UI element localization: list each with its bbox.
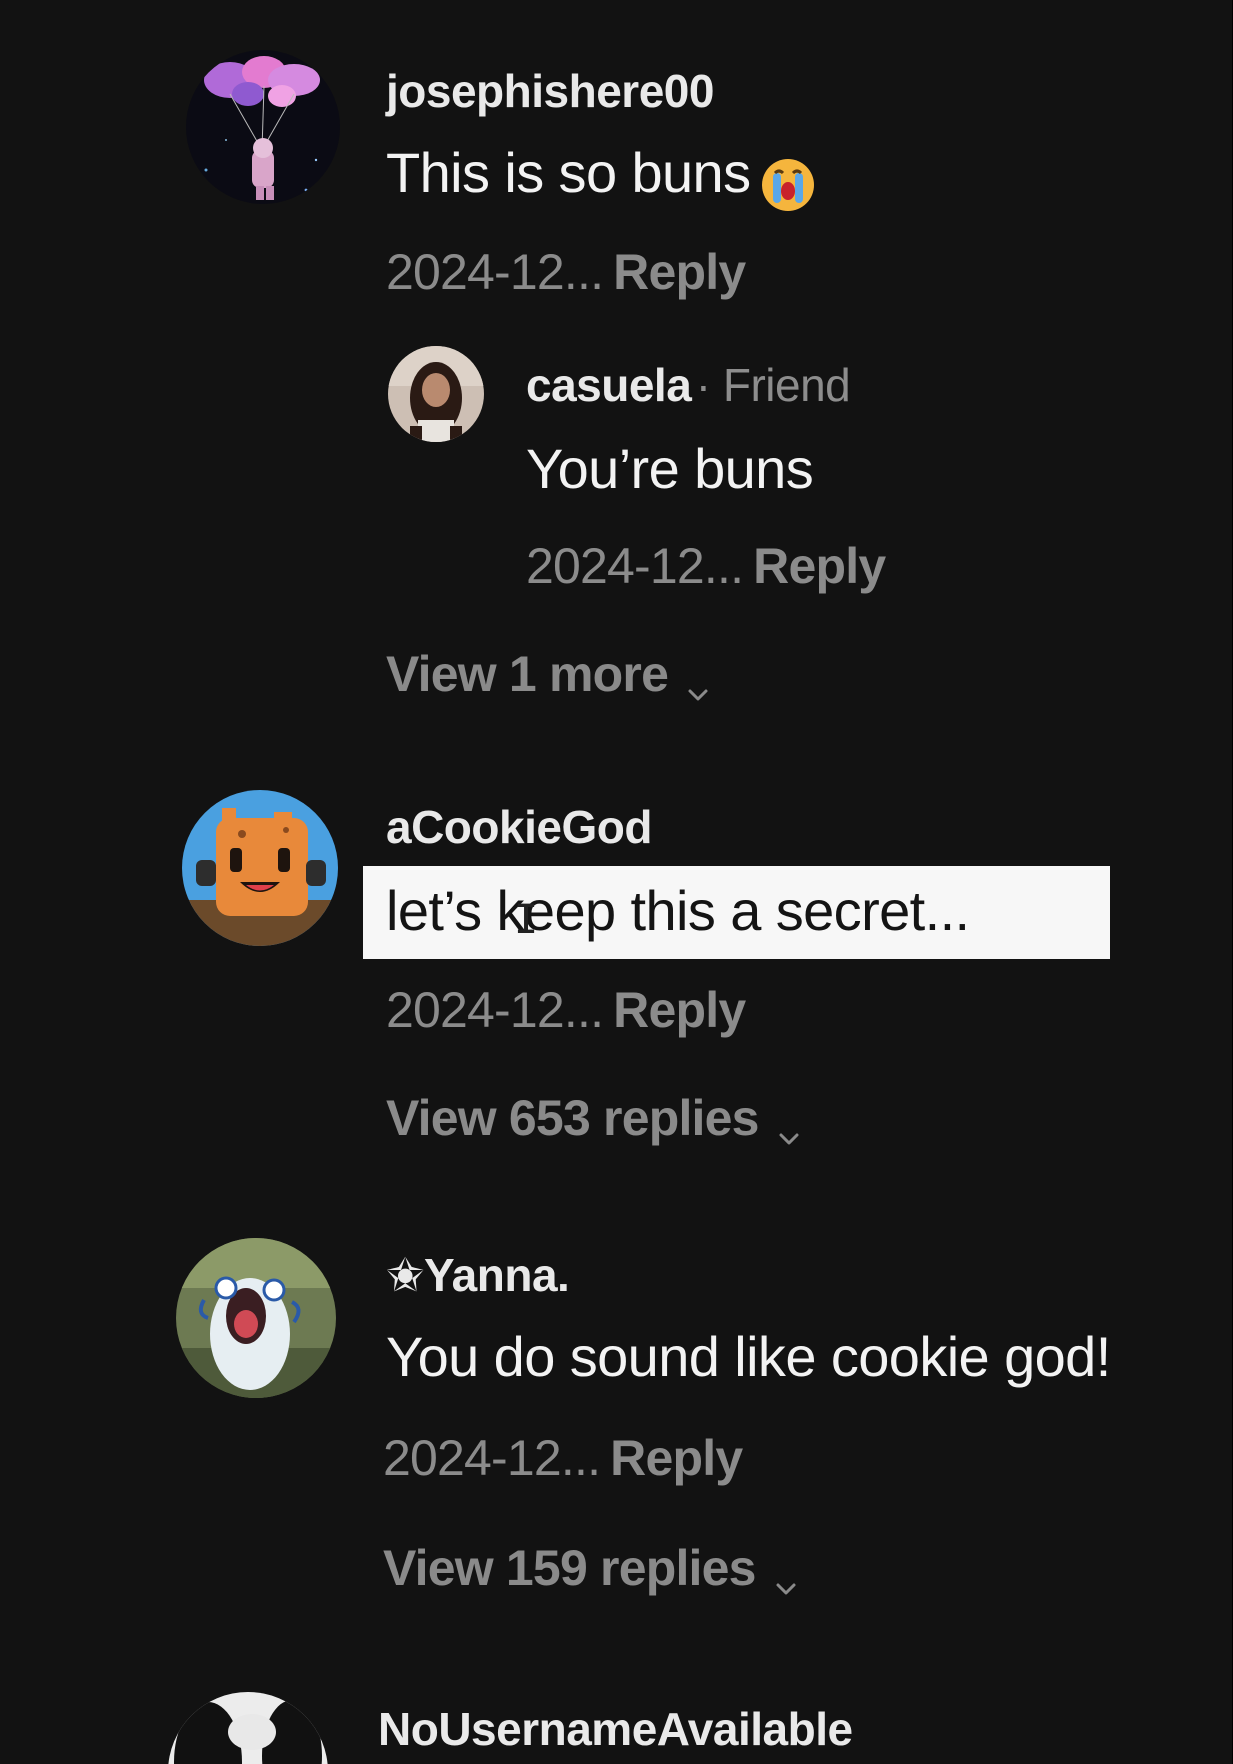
comment-username[interactable]: josephishere00 (386, 64, 714, 118)
avatar-balloons-astronaut-icon (186, 50, 340, 204)
chevron-down-icon (686, 660, 710, 701)
avatar[interactable] (176, 1238, 336, 1398)
comment-text: let’s keep this a secret... (386, 879, 970, 942)
reply-date: 2024-12... (526, 538, 744, 594)
reply-text: You’re buns (526, 437, 814, 500)
comments-panel: josephishere00 This is so buns 2024-12..… (0, 0, 1233, 1764)
comment-text: This is so buns (386, 141, 751, 204)
avatar[interactable] (182, 790, 338, 946)
reply-button[interactable]: Reply (753, 538, 886, 594)
reply-username[interactable]: casuela (526, 359, 692, 411)
chevron-down-icon (774, 1554, 798, 1595)
comment-date: 2024-12... (386, 982, 604, 1038)
loudly-crying-face-icon (759, 155, 817, 213)
comment-text: You do sound like cookie god! (386, 1325, 1111, 1388)
view-more-replies-button[interactable]: View 159 replies (383, 1538, 798, 1598)
view-more-label: View 1 more (386, 646, 669, 702)
comment-date: 2024-12... (383, 1430, 601, 1486)
view-more-label: View 159 replies (383, 1540, 756, 1596)
chevron-down-icon (777, 1104, 801, 1145)
comment-username[interactable]: NoUsernameAvailable (378, 1702, 853, 1756)
comment-date: 2024-12... (386, 244, 604, 300)
avatar[interactable] (168, 1692, 328, 1764)
friend-tag: · Friend (695, 359, 851, 411)
avatar[interactable] (186, 50, 340, 204)
reply-button[interactable]: Reply (610, 1430, 743, 1486)
avatar-cookie-character-icon (182, 790, 338, 946)
avatar-person-photo-icon (388, 346, 484, 442)
comment-username[interactable]: ✬Yanna. (386, 1248, 570, 1302)
comment-username[interactable]: aCookieGod (386, 800, 652, 854)
text-cursor-icon: I (514, 897, 539, 943)
avatar-screaming-creature-icon (176, 1238, 336, 1398)
avatar[interactable] (388, 346, 484, 442)
view-more-replies-button[interactable]: View 1 more (386, 644, 710, 704)
reply-button[interactable]: Reply (613, 982, 746, 1038)
view-more-label: View 653 replies (386, 1090, 759, 1146)
avatar-black-white-cat-icon (168, 1692, 328, 1764)
view-more-replies-button[interactable]: View 653 replies (386, 1088, 801, 1148)
reply-button[interactable]: Reply (613, 244, 746, 300)
